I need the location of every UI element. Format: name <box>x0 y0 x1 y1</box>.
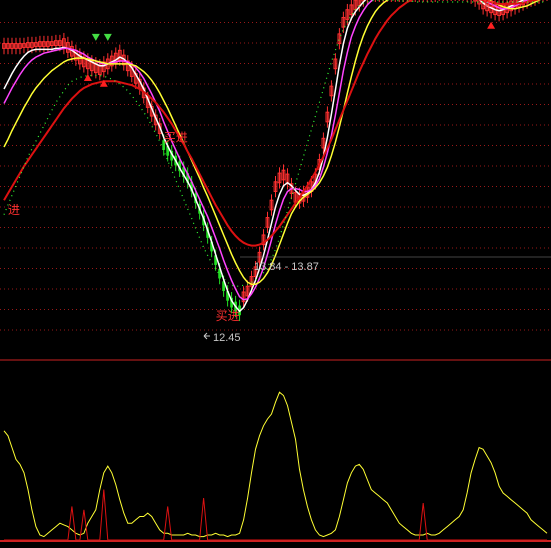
arrow-left-icon <box>203 332 210 340</box>
oscillator-line-1 <box>3 391 548 538</box>
ma-line-3 <box>3 0 541 286</box>
range-value: 13.84 - 13.87 <box>254 261 319 273</box>
sell-marker-icon <box>91 33 100 41</box>
sell-marker-icon <box>103 33 112 41</box>
range-price-label: 13.84 - 13.87 <box>240 256 551 273</box>
signal-label: 买进 <box>164 130 188 144</box>
signal-label: 买进 <box>216 309 240 323</box>
low-price-label: 12.45 <box>203 332 241 344</box>
signal-label: 进 <box>483 0 495 9</box>
signal-label: 进 <box>8 203 20 217</box>
oscillator-line-2 <box>4 489 547 541</box>
stock-chart: 买进买进进进 12.45 13.84 - 13.87 <box>0 0 551 542</box>
oscillator-panel <box>3 391 548 541</box>
low-value: 12.45 <box>213 332 241 344</box>
signal-markers <box>83 21 496 87</box>
ma-line-5 <box>3 0 547 287</box>
